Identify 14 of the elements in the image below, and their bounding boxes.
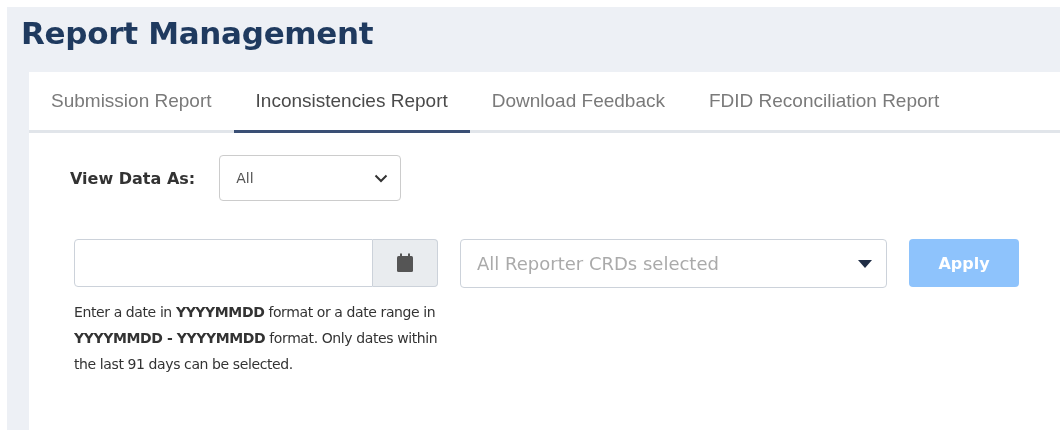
calendar-button[interactable]	[373, 239, 438, 287]
chevron-down-icon	[374, 173, 389, 183]
caret-down-icon	[858, 259, 872, 268]
field-label: View Data As:	[70, 168, 196, 188]
tab[interactable]: Download Feedback	[469, 72, 687, 133]
date-input-field[interactable]	[74, 239, 373, 287]
view-data-dropdown[interactable]: All	[219, 155, 402, 201]
reporter-dropdown[interactable]: All Reporter CRDs selected	[460, 239, 887, 288]
tab[interactable]: Submission Report	[29, 72, 234, 133]
calendar-icon	[396, 253, 414, 273]
page-title: Report Management	[20, 14, 375, 53]
tab[interactable]: FDID Reconciliation Report	[686, 72, 962, 133]
tab[interactable]: Inconsistencies Report	[233, 72, 470, 133]
date-format-hint: Enter a date in YYYYMMDD format or a date range in YYYYMMDD - YYYYMMDD format. Only dates within the last 91 days can be selected.	[74, 303, 438, 374]
